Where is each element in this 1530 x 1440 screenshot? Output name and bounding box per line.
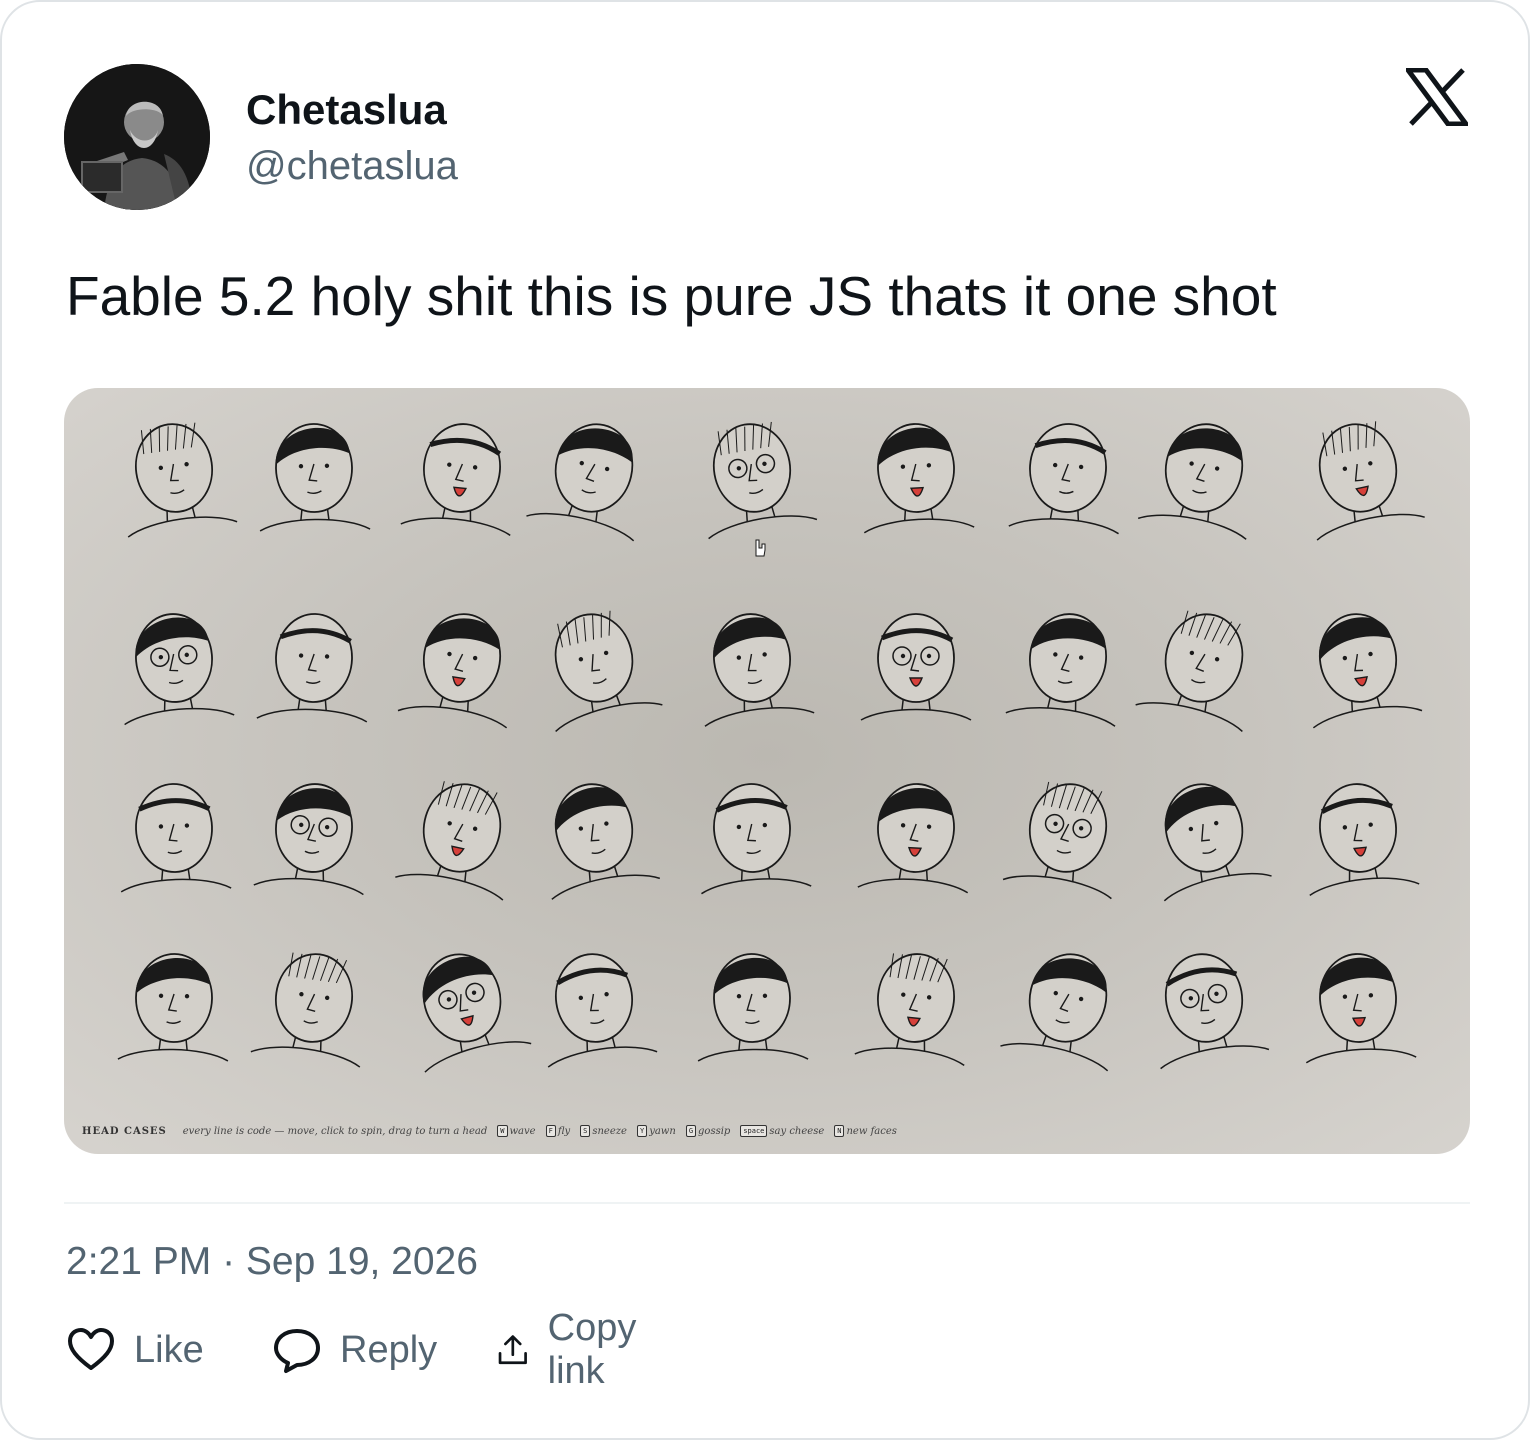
key-badge: Y [636,1125,648,1137]
key-badge: W [497,1125,508,1137]
reply-button[interactable]: Reply [272,1324,437,1376]
tweet-text: Fable 5.2 holy shit this is pure JS that… [66,265,1277,327]
author-display-name[interactable]: Chetaslua [246,86,447,134]
doodle-head[interactable] [692,608,815,727]
control-new-faces: Nnew faces [834,1125,897,1137]
author-avatar[interactable] [64,64,210,210]
key-badge: F [545,1125,556,1137]
doodle-head[interactable] [860,613,972,721]
control-label: fly [557,1125,571,1137]
upload-arrow-icon [498,1335,527,1365]
reply-label: Reply [340,1328,438,1371]
like-button[interactable]: Like [66,1324,204,1376]
doodle-head[interactable] [530,602,663,733]
doodle-head[interactable] [1297,606,1423,729]
avatar-philosopher-icon [64,64,210,210]
doodle-head[interactable] [1141,773,1272,902]
x-logo-icon[interactable] [1406,68,1468,126]
doodle-head[interactable] [117,953,230,1062]
control-label: yawn [649,1125,676,1137]
doodle-head[interactable] [113,417,238,538]
doodle-head[interactable] [115,609,235,726]
control-label: say cheese [769,1125,825,1137]
doodle-head[interactable] [1002,775,1130,900]
control-label: gossip [698,1125,731,1137]
key-badge: space [740,1125,768,1137]
copy-link-button[interactable]: Copy link [496,1307,653,1392]
doodle-head[interactable] [250,947,375,1068]
controls-bar: HEAD CASES every line is code — move, cl… [82,1120,903,1142]
doodle-head[interactable] [857,781,973,894]
control-label: wave [509,1125,536,1137]
control-label: new faces [846,1125,897,1137]
doodle-head[interactable] [854,948,975,1067]
doodle-head[interactable] [1142,945,1270,1070]
key-badge: G [685,1125,697,1137]
doodle-head[interactable] [859,421,975,534]
doodle-head[interactable] [526,413,657,542]
doodle-head[interactable] [1295,414,1425,541]
doodle-head[interactable] [533,947,658,1068]
doodle-head[interactable] [532,774,661,900]
doodle-head[interactable] [1000,943,1131,1072]
doodle-head[interactable] [395,774,525,901]
doodle-head[interactable] [258,423,371,532]
heart-icon [68,1328,114,1370]
control-wave: Wwave [497,1125,536,1137]
copy-link-label: Copy link [547,1307,637,1392]
key-badge: N [834,1125,845,1137]
tweet-card: Chetaslua @chetaslua Fable 5.2 holy shit… [0,0,1530,1440]
control-sneeze: Ssneeze [580,1125,627,1137]
hand-cursor-icon [755,539,766,557]
control-yawn: Yyawn [636,1125,676,1137]
tweet-timestamp[interactable]: 2:21 PM · Sep 19, 2026 [66,1240,478,1284]
doodle-head[interactable] [694,780,812,895]
app-subtitle: every line is code — move, click to spin… [182,1125,488,1137]
doodle-head[interactable] [397,606,523,729]
key-badge: S [580,1125,591,1137]
doodle-head[interactable] [690,415,818,540]
author-handle[interactable]: @chetaslua [246,144,458,189]
doodle-head[interactable] [256,612,371,723]
divider [64,1202,1470,1204]
speech-bubble-icon [274,1329,320,1373]
control-fly: Ffly [545,1125,571,1137]
head-cases-illustration [113,413,1425,1073]
doodle-head[interactable] [1301,951,1417,1064]
doodle-head[interactable] [1005,608,1128,727]
doodle-head[interactable] [117,782,232,893]
like-label: Like [134,1328,204,1371]
doodle-head[interactable] [253,779,373,896]
tweet-media-image[interactable]: HEAD CASES every line is code — move, cl… [64,388,1470,1154]
doodle-head[interactable] [1137,414,1266,540]
doodle-head[interactable] [696,953,809,1062]
control-say-cheese: space say cheese [740,1125,824,1137]
doodle-head[interactable] [1299,778,1420,897]
doodle-head[interactable] [397,941,532,1073]
app-title: HEAD CASES [82,1125,167,1137]
control-gossip: Ggossip [685,1125,731,1137]
doodle-head[interactable] [1135,602,1268,733]
control-label: sneeze [592,1125,627,1137]
doodle-head[interactable] [400,418,521,537]
doodle-head[interactable] [1008,420,1126,535]
